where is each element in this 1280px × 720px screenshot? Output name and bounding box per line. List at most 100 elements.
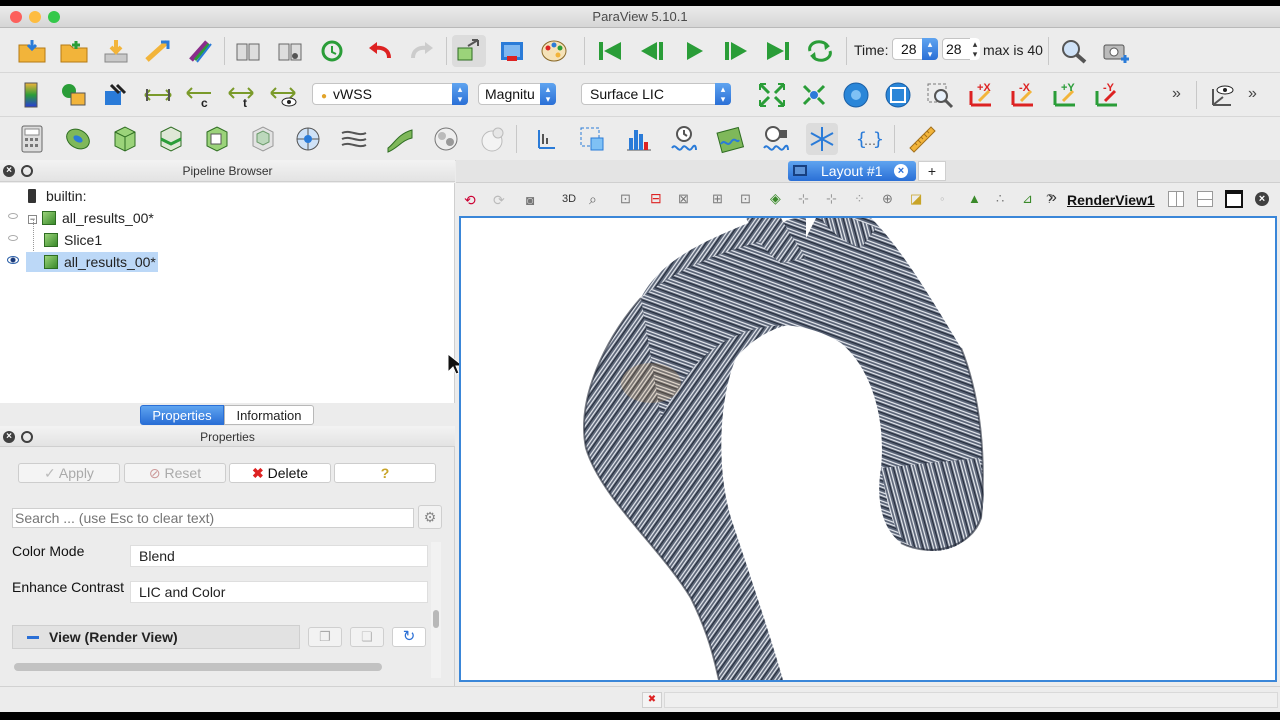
first-frame-icon[interactable]: [594, 35, 626, 67]
delete-button[interactable]: ✖ Delete: [229, 463, 331, 483]
reset-button[interactable]: ⊘ Reset: [124, 463, 226, 483]
save-state-icon[interactable]: [274, 35, 306, 67]
aorta-surface-lic-render[interactable]: [461, 218, 1275, 680]
rescale-custom-range-icon[interactable]: c: [184, 79, 216, 111]
toggle-3d-button[interactable]: 3D: [562, 193, 576, 205]
undo-icon[interactable]: [364, 35, 396, 67]
interactive-select-points-icon[interactable]: ⊹: [826, 191, 837, 207]
stream-tracer-icon[interactable]: [338, 123, 370, 155]
histogram-icon[interactable]: [622, 123, 654, 155]
select-blocks-icon[interactable]: ◈: [770, 190, 781, 207]
visibility-eye-icon[interactable]: [8, 213, 18, 219]
time-index-input[interactable]: 28 ▴ ▾: [942, 38, 980, 60]
color-mode-select[interactable]: Blend: [130, 545, 428, 567]
zoom-closest-icon[interactable]: [882, 79, 914, 111]
tab-information[interactable]: Information: [224, 405, 314, 425]
threshold-icon[interactable]: [200, 123, 232, 155]
close-panel-icon[interactable]: ×: [3, 165, 15, 177]
select-cells-frustum-icon[interactable]: ⊠: [678, 191, 689, 207]
color-palette-icon[interactable]: [538, 35, 570, 67]
python-script-icon[interactable]: {}…: [852, 123, 884, 155]
advanced-settings-gear-icon[interactable]: ⚙: [418, 505, 442, 529]
redo-icon[interactable]: [406, 35, 438, 67]
rescale-visible-range-icon[interactable]: [268, 79, 300, 111]
edit-annotations-icon[interactable]: ⊿: [1022, 191, 1033, 207]
visibility-eye-icon[interactable]: [7, 256, 19, 264]
camera-link-icon[interactable]: [452, 35, 486, 67]
view-plus-y-icon[interactable]: +Y: [1050, 79, 1082, 111]
maximize-view-icon[interactable]: [1225, 190, 1243, 208]
horizontal-scrollbar-thumb[interactable]: [14, 663, 382, 671]
zoom-view-icon[interactable]: ⌕: [589, 191, 597, 208]
play-icon[interactable]: [678, 35, 710, 67]
clear-selection-icon[interactable]: ▲: [968, 191, 981, 206]
output-messages-error-icon[interactable]: ✖: [642, 692, 662, 708]
plot-selection-icon[interactable]: [576, 123, 608, 155]
select-cells-with-polygon-icon[interactable]: ⊞: [712, 191, 723, 207]
open-folder-icon[interactable]: [58, 35, 90, 67]
save-data-icon[interactable]: [100, 35, 132, 67]
connect-icon[interactable]: [142, 35, 174, 67]
view-minus-x-icon[interactable]: -X: [1008, 79, 1040, 111]
tab-layout-1[interactable]: Layout #1 ×: [788, 161, 916, 181]
pipeline-item-slice1[interactable]: Slice1: [44, 230, 102, 250]
extract-level-icon[interactable]: [476, 123, 508, 155]
time-index-stepper-icon[interactable]: ▴ ▾: [970, 38, 980, 60]
pipeline-item-all-results-2[interactable]: all_results_00*: [26, 252, 158, 272]
vertical-scrollbar[interactable]: [431, 542, 441, 678]
apply-button[interactable]: ✓ Apply: [18, 463, 120, 483]
reset-view-icon[interactable]: ⟲: [464, 192, 476, 209]
plot-over-line-icon[interactable]: [530, 123, 562, 155]
float-panel-icon[interactable]: [21, 165, 33, 177]
property-search-input[interactable]: [12, 508, 414, 528]
find-data-filter-icon[interactable]: [806, 123, 838, 155]
rescale-temporal-range-icon[interactable]: t: [226, 79, 258, 111]
float-panel-icon[interactable]: [21, 431, 33, 443]
calculator-icon[interactable]: [16, 123, 48, 155]
interactive-select-cells-icon[interactable]: ⊹: [798, 191, 809, 207]
zoom-window-button[interactable]: [48, 11, 60, 23]
glyph-icon[interactable]: [292, 123, 324, 155]
refresh-properties-icon[interactable]: ↻: [392, 627, 426, 647]
shrink-selection-icon[interactable]: ◦: [940, 191, 945, 206]
select-cells-on-icon[interactable]: ⊡: [620, 191, 631, 207]
loop-icon[interactable]: [804, 35, 836, 67]
warp-by-vector-icon[interactable]: [384, 123, 416, 155]
view-plus-x-icon[interactable]: +X: [966, 79, 998, 111]
rescale-data-range-icon[interactable]: [142, 79, 174, 111]
reset-camera-closest-icon[interactable]: [798, 79, 830, 111]
redo-camera-icon[interactable]: ⟳: [493, 192, 505, 209]
color-array-select[interactable]: ● vWSS ▴ ▾: [312, 83, 468, 105]
disconnect-icon[interactable]: [184, 35, 216, 67]
close-window-button[interactable]: [10, 11, 22, 23]
split-horizontal-icon[interactable]: [1168, 191, 1184, 207]
group-datasets-icon[interactable]: [430, 123, 462, 155]
screenshot-icon[interactable]: [496, 35, 528, 67]
tab-properties[interactable]: Properties: [140, 405, 224, 425]
extract-subset-icon[interactable]: [246, 123, 278, 155]
close-panel-icon[interactable]: ×: [3, 431, 15, 443]
time-value-input[interactable]: 28 ▴ ▾: [892, 38, 938, 60]
view-toolbar-overflow-icon[interactable]: »: [1048, 189, 1057, 207]
plot-data-over-time-icon[interactable]: [668, 123, 700, 155]
minimize-window-button[interactable]: [29, 11, 41, 23]
view-section-header[interactable]: View (Render View): [12, 625, 300, 649]
view-minus-y-icon[interactable]: -Y: [1092, 79, 1124, 111]
capture-view-icon[interactable]: ◙: [526, 192, 534, 208]
next-frame-icon[interactable]: [720, 35, 752, 67]
grow-selection-icon[interactable]: ◪: [910, 191, 922, 207]
extract-selection-icon[interactable]: ∴: [996, 191, 1004, 207]
add-layout-tab-button[interactable]: +: [918, 161, 946, 181]
select-points-on-icon[interactable]: ⊟: [650, 190, 662, 207]
contour-icon[interactable]: [62, 123, 94, 155]
zoom-to-box-icon[interactable]: [924, 79, 956, 111]
reset-session-icon[interactable]: [316, 35, 348, 67]
visibility-eye-icon[interactable]: [8, 235, 18, 241]
split-vertical-icon[interactable]: [1197, 191, 1213, 207]
hover-points-icon[interactable]: ⊕: [882, 191, 893, 207]
zoom-to-data-icon[interactable]: [840, 79, 872, 111]
pipeline-item-builtin[interactable]: builtin:: [28, 186, 86, 206]
edit-color-map-icon[interactable]: [58, 79, 90, 111]
select-points-frustum-icon[interactable]: ⊡: [740, 191, 751, 207]
representation-select[interactable]: Surface LIC ▴ ▾: [581, 83, 731, 105]
